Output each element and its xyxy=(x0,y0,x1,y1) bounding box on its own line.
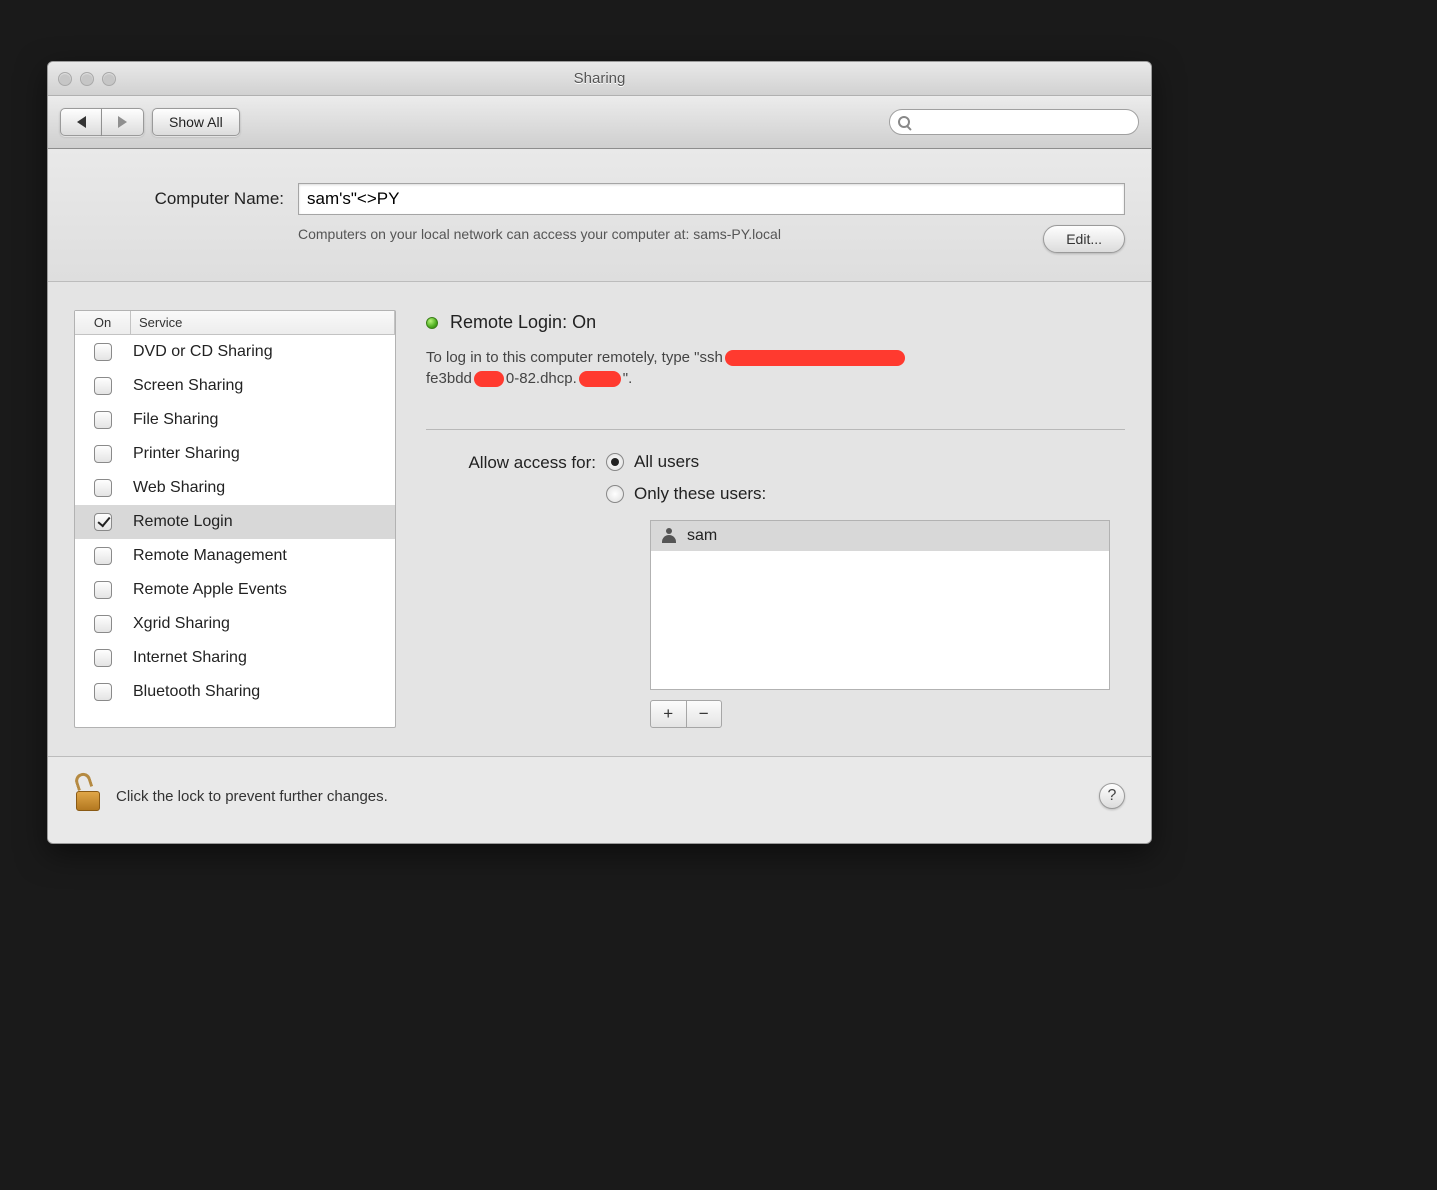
service-checkbox[interactable] xyxy=(94,411,112,429)
redaction-mark xyxy=(579,371,621,387)
service-name: Xgrid Sharing xyxy=(131,615,395,633)
forward-arrow-icon xyxy=(118,116,127,128)
login-text-mid2: 0-82.dhcp. xyxy=(506,370,577,387)
forward-button[interactable] xyxy=(102,108,144,136)
user-row[interactable]: sam xyxy=(651,521,1109,551)
footer: Click the lock to prevent further change… xyxy=(48,757,1151,843)
detail-title: Remote Login: On xyxy=(450,312,596,333)
service-name: Remote Login xyxy=(131,513,395,531)
service-checkbox[interactable] xyxy=(94,513,112,531)
service-checkbox[interactable] xyxy=(94,615,112,633)
service-name: Remote Apple Events xyxy=(131,581,395,599)
service-row[interactable]: Web Sharing xyxy=(75,471,395,505)
zoom-window-button[interactable] xyxy=(102,72,116,86)
service-row[interactable]: Xgrid Sharing xyxy=(75,607,395,641)
service-row[interactable]: Remote Apple Events xyxy=(75,573,395,607)
services-table: On Service DVD or CD Sharing Screen Shari… xyxy=(74,310,396,728)
service-checkbox[interactable] xyxy=(94,649,112,667)
services-header-service[interactable]: Service xyxy=(131,311,395,334)
edit-button-label: Edit... xyxy=(1066,231,1102,247)
radio-icon xyxy=(606,485,624,503)
services-table-header: On Service xyxy=(75,311,395,335)
service-row[interactable]: Remote Management xyxy=(75,539,395,573)
remote-login-instructions: To log in to this computer remotely, typ… xyxy=(426,347,1125,389)
computer-name-input[interactable] xyxy=(298,183,1125,215)
radio-only-these-users-label: Only these users: xyxy=(634,484,766,504)
service-row[interactable]: Internet Sharing xyxy=(75,641,395,675)
lock-text: Click the lock to prevent further change… xyxy=(116,788,388,805)
allow-access-row: Allow access for: All users Only these u… xyxy=(426,452,1125,504)
back-arrow-icon xyxy=(77,116,86,128)
help-button[interactable]: ? xyxy=(1099,783,1125,809)
radio-all-users[interactable]: All users xyxy=(606,452,766,472)
toolbar: Show All xyxy=(48,96,1151,149)
service-checkbox[interactable] xyxy=(94,683,112,701)
minimize-window-button[interactable] xyxy=(80,72,94,86)
user-add-remove: + − xyxy=(650,700,722,728)
service-checkbox[interactable] xyxy=(94,343,112,361)
show-all-button[interactable]: Show All xyxy=(152,108,240,136)
service-name: DVD or CD Sharing xyxy=(131,343,395,361)
service-name: Printer Sharing xyxy=(131,445,395,463)
back-button[interactable] xyxy=(60,108,102,136)
titlebar[interactable]: Sharing xyxy=(48,62,1151,96)
services-header-on[interactable]: On xyxy=(75,311,131,334)
user-name: sam xyxy=(687,527,717,545)
service-row[interactable]: Remote Login xyxy=(75,505,395,539)
login-text-mid1: fe3bdd xyxy=(426,370,472,387)
detail-divider xyxy=(426,429,1125,430)
allow-access-options: All users Only these users: xyxy=(606,452,766,504)
window-title: Sharing xyxy=(48,70,1151,87)
service-name: Screen Sharing xyxy=(131,377,395,395)
toolbar-search[interactable] xyxy=(889,109,1139,135)
computer-name-panel: Computer Name: Computers on your local n… xyxy=(48,149,1151,282)
service-row[interactable]: Screen Sharing xyxy=(75,369,395,403)
services-table-body: DVD or CD Sharing Screen Sharing File Shar… xyxy=(75,335,395,727)
service-checkbox[interactable] xyxy=(94,445,112,463)
service-detail-panel: Remote Login: On To log in to this compu… xyxy=(426,310,1125,728)
radio-only-these-users[interactable]: Only these users: xyxy=(606,484,766,504)
user-icon xyxy=(661,528,677,544)
remove-user-button[interactable]: − xyxy=(687,701,722,727)
service-name: File Sharing xyxy=(131,411,395,429)
service-checkbox[interactable] xyxy=(94,547,112,565)
status-led-icon xyxy=(426,317,438,329)
service-row[interactable]: Printer Sharing xyxy=(75,437,395,471)
service-name: Bluetooth Sharing xyxy=(131,683,395,701)
users-list[interactable]: sam xyxy=(650,520,1110,690)
login-text-suffix: ". xyxy=(623,370,633,387)
sharing-preferences-window: Sharing Show All Computer Name: Computer… xyxy=(47,61,1152,844)
service-checkbox[interactable] xyxy=(94,479,112,497)
nav-group xyxy=(60,108,144,136)
service-row[interactable]: File Sharing xyxy=(75,403,395,437)
service-row[interactable]: Bluetooth Sharing xyxy=(75,675,395,709)
edit-computer-name-button[interactable]: Edit... xyxy=(1043,225,1125,253)
add-user-button[interactable]: + xyxy=(651,701,687,727)
service-name: Internet Sharing xyxy=(131,649,395,667)
computer-name-description: Computers on your local network can acce… xyxy=(298,225,1013,244)
show-all-label: Show All xyxy=(169,114,223,130)
service-name: Web Sharing xyxy=(131,479,395,497)
close-window-button[interactable] xyxy=(58,72,72,86)
allow-access-label: Allow access for: xyxy=(426,452,606,473)
service-row[interactable]: DVD or CD Sharing xyxy=(75,335,395,369)
computer-name-label: Computer Name: xyxy=(74,189,284,209)
main-panel: On Service DVD or CD Sharing Screen Shari… xyxy=(48,282,1151,757)
lock-icon[interactable] xyxy=(74,779,102,813)
search-icon xyxy=(898,116,910,128)
help-icon: ? xyxy=(1108,787,1117,805)
service-name: Remote Management xyxy=(131,547,395,565)
service-checkbox[interactable] xyxy=(94,377,112,395)
search-input[interactable] xyxy=(915,115,1130,130)
radio-icon xyxy=(606,453,624,471)
radio-all-users-label: All users xyxy=(634,452,699,472)
redaction-mark xyxy=(474,371,504,387)
window-controls xyxy=(48,72,116,86)
service-checkbox[interactable] xyxy=(94,581,112,599)
redaction-mark xyxy=(725,350,905,366)
login-text-prefix: To log in to this computer remotely, typ… xyxy=(426,349,723,366)
